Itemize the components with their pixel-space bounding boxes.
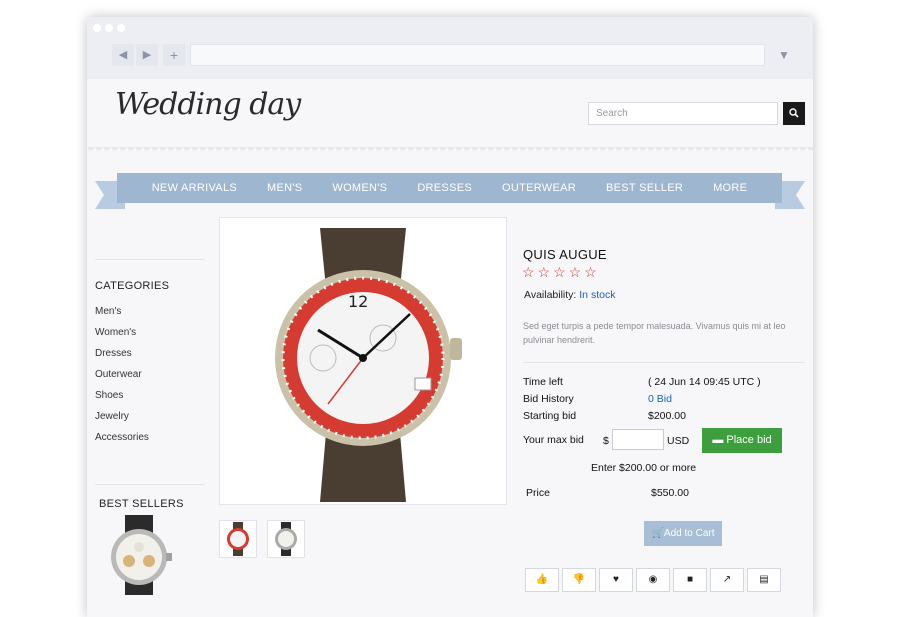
category-item-accessories[interactable]: Accessories [95,427,205,448]
availability: Availability: In stock [524,289,615,301]
currency-code: USD [667,435,690,447]
category-item-jewelry[interactable]: Jewelry [95,406,205,427]
category-list: Men's Women's Dresses Outerwear Shoes Je… [95,301,205,448]
address-bar[interactable] [190,44,765,66]
category-item-outerwear[interactable]: Outerwear [95,364,205,385]
nav-item-new-arrivals[interactable]: NEW ARRIVALS [137,173,252,203]
main-nav: NEW ARRIVALS MEN'S WOMEN'S DRESSES OUTER… [117,173,782,203]
search-input[interactable]: Search [588,102,778,125]
rating-stars[interactable]: ☆☆☆☆☆ [522,264,600,281]
divider [523,362,805,363]
place-bid-label: Place bid [726,434,772,446]
dislike-icon[interactable]: 👎 [562,568,596,592]
cart-icon: 🛒 [651,528,664,539]
availability-value: In stock [579,289,616,301]
header-divider [87,147,813,155]
product-title: QUIS AUGUE [523,247,607,262]
search-icon [789,108,799,118]
add-to-cart-label: Add to Cart [663,528,715,539]
category-item-womens[interactable]: Women's [95,322,205,343]
print-icon[interactable]: ▤ [747,568,781,592]
window-dot [105,24,113,32]
currency-symbol: $ [603,435,609,447]
product-description: Sed eget turpis a pede tempor malesuada.… [523,321,786,345]
product-thumbnail[interactable] [267,520,305,558]
bid-history-label: Bid History [523,393,574,405]
share-icon[interactable]: ↗ [710,568,744,592]
nav-item-best-seller[interactable]: BEST SELLER [591,173,698,203]
category-item-dresses[interactable]: Dresses [95,343,205,364]
max-bid-label: Your max bid [523,434,584,446]
starting-bid-label: Starting bid [523,410,577,422]
starting-bid-value: $200.00 [648,410,686,422]
thumbnail-watch-black [275,522,297,556]
product-main-image[interactable]: 12 [219,217,507,505]
best-sellers-title: BEST SELLERS [99,498,184,510]
time-left-label: Time left [523,376,563,388]
browser-window: ◀ ▶ + ▼ Wedding day Search NEW ARRIVALS … [87,17,813,617]
divider [95,259,205,260]
category-item-shoes[interactable]: Shoes [95,385,205,406]
like-icon[interactable]: 👍 [525,568,559,592]
nav-item-womens[interactable]: WOMEN'S [317,173,402,203]
divider [95,484,205,485]
best-seller-watch-image[interactable] [99,515,179,595]
categories-title: CATEGORIES [95,280,170,292]
category-item-mens[interactable]: Men's [95,301,205,322]
price-value: $550.00 [651,487,689,499]
eye-icon[interactable]: ◉ [636,568,670,592]
svg-text:12: 12 [348,292,368,311]
max-bid-input[interactable] [612,429,664,450]
nav-item-dresses[interactable]: DRESSES [402,173,487,203]
watch-image: 12 [275,228,462,502]
nav-item-more[interactable]: MORE [698,173,762,203]
add-to-cart-button[interactable]: 🛒Add to Cart [644,521,722,546]
truck-icon: ▬ [712,434,727,446]
time-left-value: ( 24 Jun 14 09:45 UTC ) [648,376,761,388]
sidebar: CATEGORIES Men's Women's Dresses Outerwe… [95,219,205,448]
plus-icon[interactable]: + [163,44,185,66]
window-dot [117,24,125,32]
chevron-down-icon[interactable]: ▼ [773,44,795,66]
price-label: Price [526,487,550,499]
action-bar: 👍 👎 ♥ ◉ ■ ↗ ▤ [525,568,784,592]
thumbnail-watch-red [227,522,249,556]
availability-label: Availability: [524,289,577,301]
heart-icon[interactable]: ♥ [599,568,633,592]
logo[interactable]: Wedding day [115,87,301,122]
min-bid-hint: Enter $200.00 or more [591,462,697,474]
browser-chrome: ◀ ▶ + ▼ [87,17,813,79]
back-icon[interactable]: ◀ [112,44,134,66]
page: Wedding day Search NEW ARRIVALS MEN'S WO… [87,79,813,617]
gift-icon[interactable]: ■ [673,568,707,592]
window-dot [93,24,101,32]
nav-item-outerwear[interactable]: OUTERWEAR [487,173,591,203]
search-button[interactable] [783,102,805,125]
forward-icon[interactable]: ▶ [136,44,158,66]
place-bid-button[interactable]: ▬ Place bid [702,428,782,453]
product-thumbnail[interactable] [219,520,257,558]
nav-item-mens[interactable]: MEN'S [252,173,317,203]
bid-history-link[interactable]: 0 Bid [648,393,672,405]
